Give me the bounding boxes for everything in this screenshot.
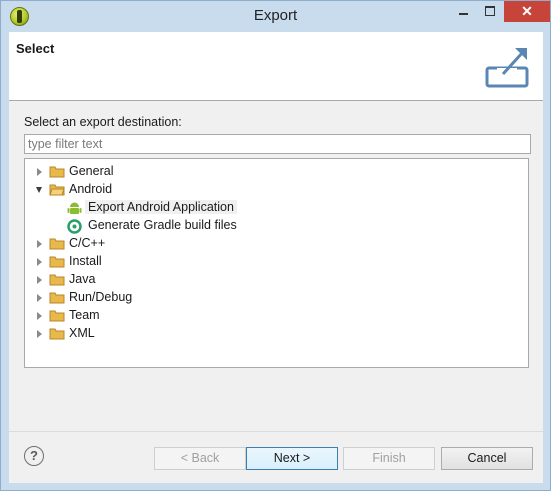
wizard-footer: ? < Back Next > Finish Cancel — [9, 431, 543, 483]
folder-icon — [49, 238, 65, 250]
finish-button[interactable]: Finish — [343, 447, 435, 470]
tree-item-label: Run/Debug — [69, 290, 133, 304]
export-wizard-icon — [485, 48, 529, 88]
tree-item-label: Install — [69, 254, 102, 268]
destination-tree[interactable]: General Android Export Android Applicati… — [24, 158, 529, 368]
cancel-button[interactable]: Cancel — [441, 447, 533, 470]
expand-arrow-icon[interactable] — [37, 240, 42, 248]
export-dialog: Export ✕ Select Select an export destina… — [0, 0, 551, 491]
folder-icon — [49, 292, 65, 304]
close-button[interactable]: ✕ — [504, 1, 550, 22]
wizard-header: Select — [9, 32, 543, 101]
tree-item-label: General — [69, 164, 114, 178]
minimize-button[interactable] — [450, 1, 476, 22]
maximize-button[interactable] — [477, 1, 503, 22]
back-button[interactable]: < Back — [154, 447, 246, 470]
wizard-content: Select an export destination: General An… — [9, 101, 543, 431]
open-folder-icon — [49, 184, 65, 196]
folder-icon — [49, 328, 65, 340]
expand-arrow-icon[interactable] — [37, 312, 42, 320]
android-icon — [67, 202, 82, 214]
folder-icon — [49, 256, 65, 268]
page-title: Select — [16, 41, 55, 56]
title-bar[interactable]: Export ✕ — [1, 1, 550, 33]
gradle-icon — [67, 219, 82, 234]
tree-item-label: Export Android Application — [85, 200, 237, 214]
help-icon[interactable]: ? — [24, 446, 44, 466]
folder-icon — [49, 310, 65, 322]
tree-item-label: Generate Gradle build files — [88, 218, 237, 232]
next-button[interactable]: Next > — [246, 447, 338, 470]
filter-input[interactable] — [24, 134, 531, 154]
expand-arrow-icon[interactable] — [37, 294, 42, 302]
tree-item-label: Android — [69, 182, 113, 196]
expand-arrow-icon[interactable] — [37, 276, 42, 284]
tree-item-label: XML — [69, 326, 95, 340]
tree-item-label: C/C++ — [69, 236, 106, 250]
collapse-arrow-icon[interactable] — [36, 187, 42, 193]
expand-arrow-icon[interactable] — [37, 258, 42, 266]
expand-arrow-icon[interactable] — [37, 168, 42, 176]
destination-label: Select an export destination: — [24, 115, 182, 129]
folder-icon — [49, 166, 65, 178]
expand-arrow-icon[interactable] — [37, 330, 42, 338]
tree-item-label: Team — [69, 308, 100, 322]
tree-item-label: Java — [69, 272, 96, 286]
folder-icon — [49, 274, 65, 286]
